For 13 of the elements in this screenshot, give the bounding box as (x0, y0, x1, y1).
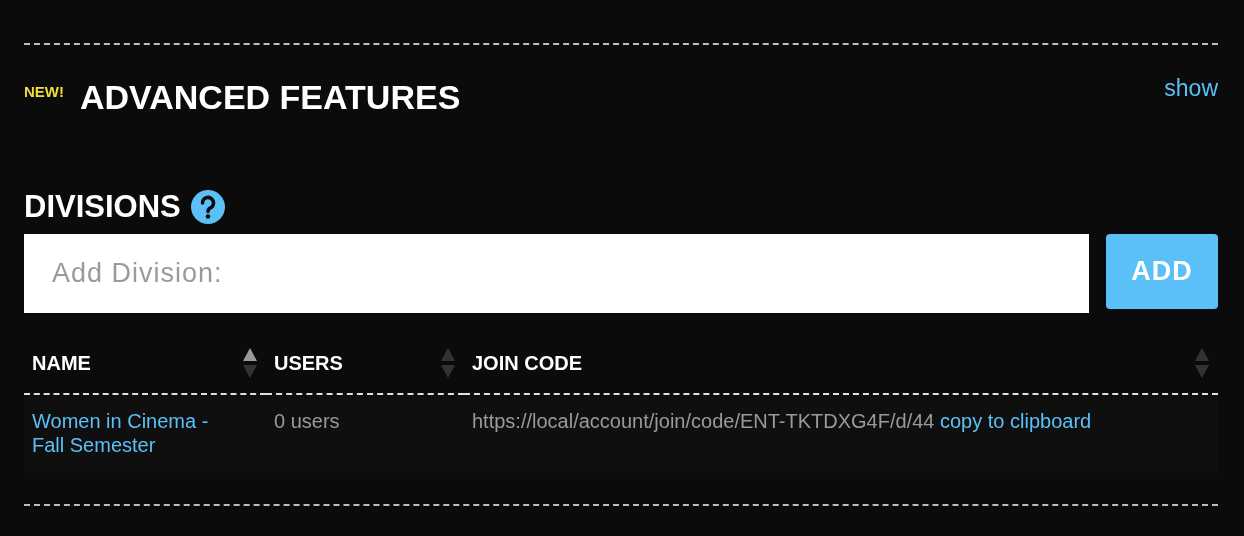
copy-link[interactable]: copy to clipboard (940, 410, 1092, 432)
section-title: DIVISIONS (24, 189, 181, 225)
help-icon[interactable] (190, 190, 225, 224)
sort-icon[interactable] (242, 347, 258, 379)
section-title: ADVANCED FEATURES (80, 77, 462, 117)
join-code-url: https://local/account/join/code/ENT-TKTDXG4F/d/44 (472, 410, 935, 432)
column-header: NAME (32, 351, 91, 375)
column-header: JOIN CODE (472, 351, 583, 375)
new-label: NEW! (24, 83, 64, 100)
column-header: USERS (274, 351, 343, 375)
division-input-field[interactable]: Add Division: (24, 234, 1089, 313)
users-count: 0 users (274, 410, 340, 432)
show-link[interactable]: show (1164, 75, 1218, 102)
